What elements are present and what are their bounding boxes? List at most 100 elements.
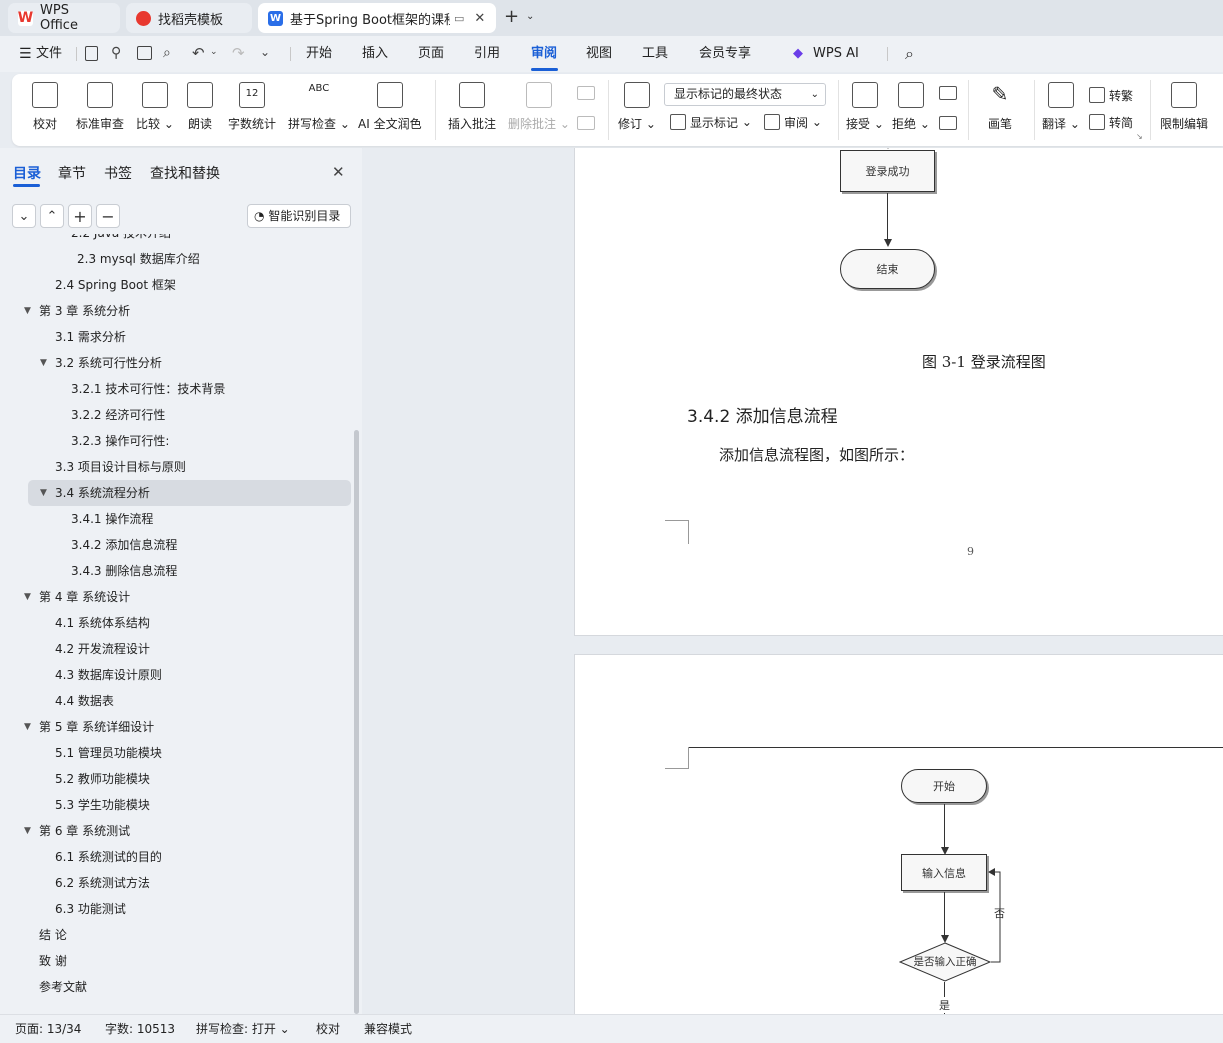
toc-item[interactable]: 3.4.2 添加信息流程 bbox=[0, 532, 352, 558]
print-preview-icon[interactable]: ⌕ bbox=[163, 45, 171, 61]
expand-triangle-icon[interactable]: ▼ bbox=[24, 714, 31, 740]
spell-check-status[interactable]: 拼写检查: 打开 ⌄ bbox=[196, 1020, 290, 1037]
previous-change-icon[interactable] bbox=[939, 86, 957, 100]
menu-insert[interactable]: 插入 bbox=[362, 36, 388, 72]
more-chevron-icon[interactable]: ⌄ bbox=[260, 45, 270, 59]
toc-item[interactable]: 4.1 系统体系结构 bbox=[0, 610, 352, 636]
show-markup-button[interactable]: 显示标记 ⌄ bbox=[670, 111, 752, 133]
spell-check-button[interactable]: ABC 拼写检查 ⌄ bbox=[288, 78, 350, 142]
tab-document[interactable]: W 基于Spring Boot框架的课程 ▭ ✕ bbox=[258, 3, 496, 33]
compare-button[interactable]: 比较 ⌄ bbox=[136, 78, 174, 142]
print-icon[interactable] bbox=[137, 46, 152, 60]
collapse-all-button[interactable]: ⌄ bbox=[12, 204, 36, 228]
ribbon-expand-icon[interactable]: ↘ bbox=[1136, 132, 1143, 141]
new-tab-icon[interactable]: + bbox=[504, 8, 519, 26]
undo-icon[interactable]: ↶ bbox=[192, 44, 205, 62]
expand-triangle-icon[interactable]: ▼ bbox=[24, 584, 31, 610]
toc-item[interactable]: ▼ 3.4 系统流程分析 bbox=[28, 480, 351, 506]
read-aloud-button[interactable]: 朗读 bbox=[187, 78, 213, 142]
toc-item[interactable]: 2.4 Spring Boot 框架 bbox=[0, 272, 352, 298]
toc-item[interactable]: 3.2.1 技术可行性：技术背景 bbox=[0, 376, 352, 402]
to-simplified-button[interactable]: 转简 bbox=[1089, 111, 1133, 133]
close-panel-icon[interactable]: ✕ bbox=[332, 163, 345, 181]
menu-file[interactable]: 文件 bbox=[36, 36, 62, 72]
previous-comment-icon[interactable] bbox=[577, 86, 595, 100]
redo-icon[interactable]: ↷ bbox=[232, 44, 245, 62]
toc-item[interactable]: 3.1 需求分析 bbox=[0, 324, 352, 350]
next-comment-icon[interactable] bbox=[577, 116, 595, 130]
toc-item[interactable]: 3.4.3 删除信息流程 bbox=[0, 558, 352, 584]
menu-page[interactable]: 页面 bbox=[418, 36, 444, 72]
save-icon[interactable] bbox=[85, 46, 98, 61]
toc-item[interactable]: 6.2 系统测试方法 bbox=[0, 870, 352, 896]
delete-comment-button[interactable]: 删除批注 ⌄ bbox=[508, 78, 570, 142]
tab-wps-office[interactable]: W WPS Office bbox=[8, 3, 120, 33]
toc-item[interactable]: 3.2.3 操作可行性: bbox=[0, 428, 352, 454]
close-tab-icon[interactable]: ✕ bbox=[474, 11, 485, 26]
panel-scrollbar[interactable] bbox=[354, 430, 359, 1014]
toc-item[interactable]: 2.2 Java 技术介绍 bbox=[0, 234, 352, 246]
toc-item[interactable]: ▼ 第 3 章 系统分析 bbox=[0, 298, 352, 324]
expand-triangle-icon[interactable]: ▼ bbox=[40, 480, 47, 506]
add-heading-button[interactable]: + bbox=[68, 204, 92, 228]
chevron-down-icon[interactable]: ⌄ bbox=[526, 11, 534, 22]
reject-button[interactable]: 拒绝 ⌄ bbox=[892, 78, 930, 142]
toc-item[interactable]: ▼ 第 6 章 系统测试 bbox=[0, 818, 352, 844]
toc-item[interactable]: 4.2 开发流程设计 bbox=[0, 636, 352, 662]
standard-review-button[interactable]: 标准审查 bbox=[76, 78, 124, 142]
expand-triangle-icon[interactable]: ▼ bbox=[24, 818, 31, 844]
toc-item[interactable]: 4.3 数据库设计原则 bbox=[0, 662, 352, 688]
toc-item[interactable]: 结 论 bbox=[0, 922, 352, 948]
toc-item[interactable]: ▼ 第 4 章 系统设计 bbox=[0, 584, 352, 610]
toc-item[interactable]: 3.4.1 操作流程 bbox=[0, 506, 352, 532]
toc-item[interactable]: 3.2.2 经济可行性 bbox=[0, 402, 352, 428]
share-icon[interactable]: ⚲ bbox=[111, 45, 121, 61]
toc-item[interactable]: 致 谢 bbox=[0, 948, 352, 974]
menu-tools[interactable]: 工具 bbox=[642, 36, 668, 72]
menu-view[interactable]: 视图 bbox=[586, 36, 612, 72]
toc-item[interactable]: 3.3 项目设计目标与原则 bbox=[0, 454, 352, 480]
accept-button[interactable]: 接受 ⌄ bbox=[846, 78, 884, 142]
remove-heading-button[interactable]: − bbox=[96, 204, 120, 228]
next-change-icon[interactable] bbox=[939, 116, 957, 130]
menu-review[interactable]: 审阅 bbox=[531, 36, 557, 72]
toc-item[interactable]: 5.2 教师功能模块 bbox=[0, 766, 352, 792]
expand-triangle-icon[interactable]: ▼ bbox=[40, 350, 47, 376]
hamburger-icon[interactable]: ☰ bbox=[19, 36, 32, 72]
monitor-icon[interactable]: ▭ bbox=[454, 12, 464, 25]
ai-polish-button[interactable]: AI 全文润色 bbox=[358, 78, 422, 142]
toc-item[interactable]: ▼ 3.2 系统可行性分析 bbox=[0, 350, 352, 376]
panel-tab-find-replace[interactable]: 查找和替换 bbox=[150, 163, 220, 183]
to-traditional-button[interactable]: 转繁 bbox=[1089, 84, 1133, 106]
undo-dropdown-icon[interactable]: ⌄ bbox=[210, 47, 218, 57]
search-icon[interactable]: ⌕ bbox=[905, 44, 914, 64]
menu-member[interactable]: 会员专享 bbox=[699, 36, 751, 72]
proof-status[interactable]: 校对 bbox=[316, 1020, 340, 1037]
panel-tab-bookmarks[interactable]: 书签 bbox=[104, 163, 132, 183]
toc-item[interactable]: 6.1 系统测试的目的 bbox=[0, 844, 352, 870]
toc-item[interactable]: ▼ 第 5 章 系统详细设计 bbox=[0, 714, 352, 740]
translate-button[interactable]: 翻译 ⌄ bbox=[1042, 78, 1080, 142]
panel-tab-toc[interactable]: 目录 bbox=[13, 163, 41, 183]
panel-tab-chapters[interactable]: 章节 bbox=[58, 163, 86, 183]
insert-comment-button[interactable]: 插入批注 bbox=[448, 78, 496, 142]
toc-item[interactable]: 5.1 管理员功能模块 bbox=[0, 740, 352, 766]
pen-button[interactable]: ✎ 画笔 bbox=[987, 78, 1013, 142]
page-indicator[interactable]: 页面: 13/34 bbox=[15, 1020, 81, 1037]
toc-item[interactable]: 6.3 功能测试 bbox=[0, 896, 352, 922]
markup-state-select[interactable]: 显示标记的最终状态 ⌄ bbox=[664, 83, 826, 106]
tab-docer-templates[interactable]: 找稻壳模板 bbox=[126, 3, 252, 33]
word-count-indicator[interactable]: 字数: 10513 bbox=[105, 1020, 175, 1037]
toc-item[interactable]: 4.4 数据表 bbox=[0, 688, 352, 714]
menu-wps-ai[interactable]: WPS AI bbox=[813, 36, 859, 72]
track-changes-button[interactable]: 修订 ⌄ bbox=[618, 78, 656, 142]
smart-toc-button[interactable]: ◔ 智能识别目录 bbox=[247, 204, 351, 228]
review-pane-button[interactable]: 审阅 ⌄ bbox=[764, 111, 822, 133]
menu-references[interactable]: 引用 bbox=[474, 36, 500, 72]
menu-home[interactable]: 开始 bbox=[306, 36, 332, 72]
toc-item[interactable]: 2.3 mysql 数据库介绍 bbox=[0, 246, 352, 272]
toc-item[interactable]: 参考文献 bbox=[0, 974, 352, 1000]
proof-button[interactable]: 校对 bbox=[32, 78, 58, 142]
word-count-button[interactable]: 12 字数统计 bbox=[228, 78, 276, 142]
toc-item[interactable]: 5.3 学生功能模块 bbox=[0, 792, 352, 818]
